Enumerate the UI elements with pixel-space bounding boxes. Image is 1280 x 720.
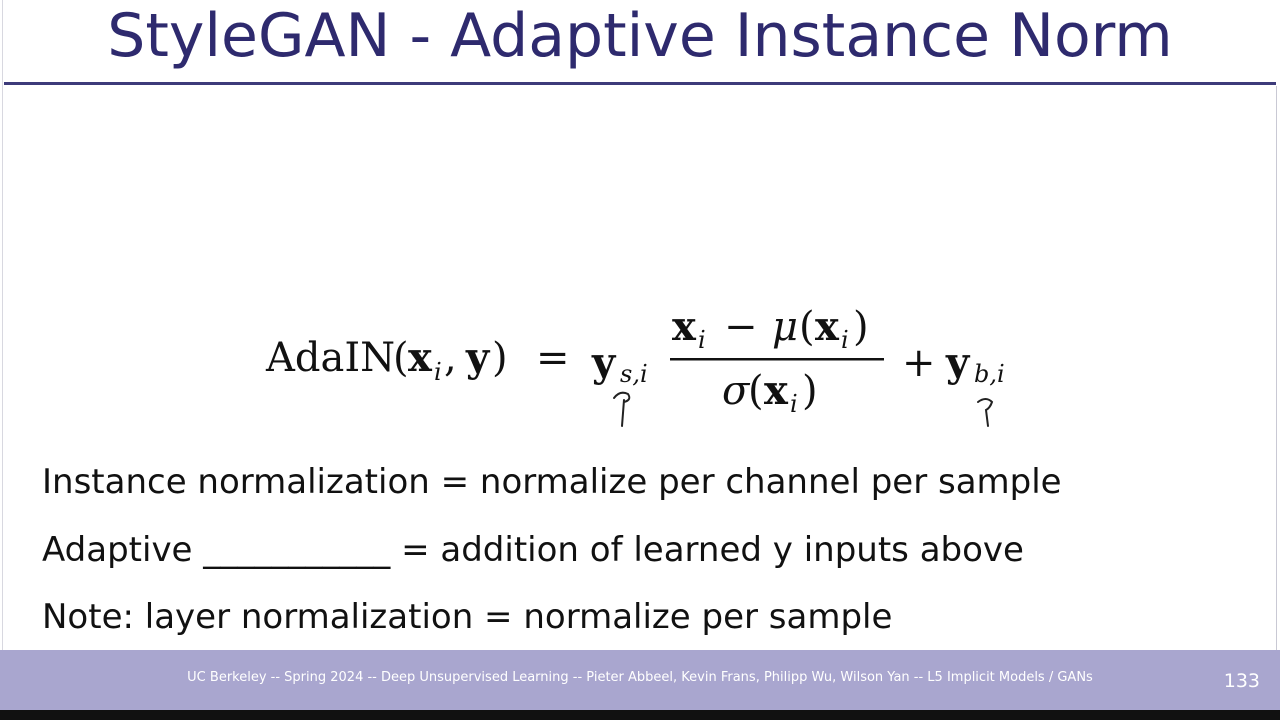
formula-comma: ,: [444, 335, 457, 381]
formula-x: x: [408, 334, 433, 381]
formula-scale-y: y: [591, 339, 617, 386]
formula-lhs-name: AdaIN: [265, 335, 395, 381]
formula-paren: (: [799, 304, 815, 350]
handwritten-mark-under-bias: [977, 398, 994, 427]
formula-y: y: [465, 334, 491, 381]
formula-num-x2-sub: i: [841, 326, 849, 354]
formula-den-x: x: [764, 367, 789, 414]
formula-paren: ): [853, 304, 869, 350]
slide-footer: UC Berkeley -- Spring 2024 -- Deep Unsup…: [0, 650, 1280, 710]
formula-num-x2: x: [815, 303, 840, 350]
title-underline: [4, 82, 1276, 85]
formula-mu: μ: [772, 304, 798, 350]
formula-x-sub: i: [434, 358, 442, 386]
screen-bottom-strip: [0, 710, 1280, 720]
formula-paren: ): [492, 335, 508, 381]
formula-sigma: σ: [722, 368, 751, 414]
formula-svg: AdaIN ( x i , y ) = y s,i x i − μ ( x i …: [265, 303, 1005, 427]
formula-den-x-sub: i: [790, 390, 798, 418]
formula-bias-sub: b,i: [974, 360, 1005, 388]
formula-equals: =: [536, 335, 570, 381]
bullet-layer-normalization-note: Note: layer normalization = normalize pe…: [42, 597, 893, 637]
slide-number: 133: [1223, 670, 1260, 692]
handwritten-mark-under-scale: [613, 391, 631, 427]
formula-num-x: x: [672, 303, 697, 350]
formula-bias-y: y: [945, 339, 971, 386]
formula-minus: −: [724, 304, 758, 350]
formula-fraction-bar: [670, 358, 884, 361]
slide: StyleGAN - Adaptive Instance Norm AdaIN …: [0, 0, 1280, 720]
title-bar: StyleGAN - Adaptive Instance Norm: [0, 0, 1280, 86]
formula-paren: (: [393, 335, 409, 381]
formula-paren: ): [802, 368, 818, 414]
slide-right-border: [1276, 86, 1277, 650]
adain-formula: AdaIN ( x i , y ) = y s,i x i − μ ( x i …: [262, 296, 1042, 436]
formula-paren: (: [748, 368, 764, 414]
slide-title: StyleGAN - Adaptive Instance Norm: [107, 1, 1173, 71]
formula-plus: +: [902, 340, 936, 386]
footer-course-text: UC Berkeley -- Spring 2024 -- Deep Unsup…: [187, 670, 1093, 685]
bullet-adaptive-blank: Adaptive ___________ = addition of learn…: [42, 530, 1024, 570]
formula-num-x-sub: i: [698, 326, 706, 354]
bullet-instance-normalization: Instance normalization = normalize per c…: [42, 462, 1062, 502]
formula-scale-sub: s,i: [620, 360, 648, 388]
slide-left-border: [2, 0, 3, 650]
